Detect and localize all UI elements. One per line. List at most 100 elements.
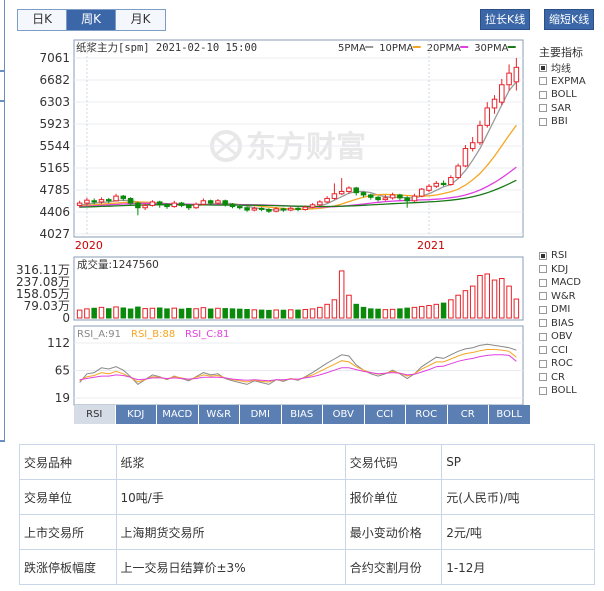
checkbox-icon[interactable]: [539, 292, 547, 301]
main-indicator-title: 主要指标: [539, 46, 583, 59]
volume-bar: [338, 270, 345, 319]
volume-bar: [113, 306, 119, 319]
volume-bars: [76, 270, 520, 319]
volume-bar: [200, 307, 207, 319]
checkbox-icon[interactable]: [539, 373, 547, 382]
candle-body: [353, 187, 359, 194]
sub-indicator-obv[interactable]: OBV: [539, 330, 581, 344]
volume-bar: [142, 308, 148, 319]
tab-daily-k[interactable]: 日K: [18, 10, 67, 30]
checkbox-icon[interactable]: [539, 305, 547, 314]
volume-axis: 316.11万237.08万158.05万79.03万0: [16, 263, 70, 325]
sub-indicator-roc[interactable]: ROC: [539, 357, 581, 371]
kline-chart[interactable]: 纸浆主力[spm] 2021-02-10 15:00 5PMA 10PMA 20PM…: [0, 36, 530, 406]
tab-obv[interactable]: OBV: [323, 405, 365, 424]
tab-monthly-k[interactable]: 月K: [116, 10, 165, 30]
checkbox-icon[interactable]: [539, 319, 547, 328]
candle-body: [178, 202, 185, 206]
table-value-cell: 上一交易日结算价±3%: [115, 549, 346, 585]
volume-bar: [506, 285, 512, 319]
tab-roc[interactable]: ROC: [406, 405, 448, 424]
volume-bar: [149, 307, 156, 319]
rsi-a-label: RSI_A:91: [77, 329, 121, 340]
indicator-label: MACD: [551, 277, 581, 289]
volume-bar: [448, 299, 454, 319]
volume-bar: [215, 307, 221, 319]
checkbox-icon[interactable]: [539, 265, 547, 274]
price-tick-label: 5165: [39, 161, 70, 175]
candle-body: [127, 197, 134, 204]
sub-indicator-bias[interactable]: BIAS: [539, 317, 581, 331]
table-key-cell: 上市交易所: [19, 514, 117, 550]
volume-bar: [266, 309, 272, 319]
main-indicator-sar[interactable]: SAR: [539, 102, 586, 116]
checkbox-icon[interactable]: [539, 117, 547, 126]
main-indicator-[interactable]: 均线: [539, 61, 586, 75]
sub-indicator-macd[interactable]: MACD: [539, 276, 581, 290]
tab-boll[interactable]: BOLL: [489, 405, 531, 424]
tab-cci[interactable]: CCI: [364, 405, 406, 424]
tab-weekly-k[interactable]: 周K: [67, 10, 116, 30]
shorten-k-button[interactable]: 缩短K线: [544, 9, 595, 30]
checkbox-icon[interactable]: [539, 278, 547, 287]
tab-bias[interactable]: BIAS: [281, 405, 323, 424]
volume-bar: [353, 303, 359, 319]
candle-body: [324, 197, 330, 203]
indicator-label: SAR: [551, 102, 572, 114]
table-row: 跌涨停板幅度 上一交易日结算价±3% 合约交割月份 1-12月: [19, 549, 595, 585]
candle-body: [331, 193, 338, 199]
checkbox-icon[interactable]: [539, 346, 547, 355]
checkbox-icon[interactable]: [539, 251, 547, 260]
checkbox-icon[interactable]: [539, 386, 547, 395]
checkbox-icon[interactable]: [539, 63, 547, 72]
candle-body: [113, 195, 119, 202]
checkbox-icon[interactable]: [539, 104, 547, 113]
sub-indicator-boll[interactable]: BOLL: [539, 384, 581, 398]
tab-macd[interactable]: MACD: [157, 405, 199, 424]
table-key-cell: 交易代码: [344, 444, 443, 480]
chart-title: 纸浆主力[spm] 2021-02-10 15:00: [76, 41, 257, 54]
sub-indicator-kdj[interactable]: KDJ: [539, 263, 581, 277]
indicator-tabs: RSI KDJ MACD W&R DMI BIAS OBV CCI ROC CR BOLL: [74, 405, 531, 424]
volume-bar: [477, 274, 483, 319]
checkbox-icon[interactable]: [539, 90, 547, 99]
ma-legend-label: 30PMA: [474, 43, 508, 54]
sub-indicator-cr[interactable]: CR: [539, 371, 581, 385]
sub-indicator-cci[interactable]: CCI: [539, 344, 581, 358]
lengthen-k-button[interactable]: 拉长K线: [480, 9, 531, 30]
rsi-tick-label: 65: [55, 364, 70, 378]
candle-body: [142, 204, 148, 209]
candle-body: [433, 182, 440, 187]
rsi-legend: RSI_A:91 RSI_B:88 RSI_C:81: [77, 329, 229, 340]
checkbox-icon[interactable]: [539, 332, 547, 341]
candle-body: [164, 203, 170, 208]
candle-body: [397, 194, 403, 199]
main-indicator-expma[interactable]: EXPMA: [539, 75, 586, 89]
candle-body: [222, 200, 228, 205]
volume-bar: [84, 308, 90, 319]
tab-cr[interactable]: CR: [447, 405, 489, 424]
candle-body: [440, 182, 447, 186]
table-row: 交易单位 10吨/手 报价单位 元(人民币)/吨: [19, 479, 595, 515]
main-indicator-boll[interactable]: BOLL: [539, 88, 586, 102]
volume-bar: [368, 308, 374, 319]
candle-body: [309, 204, 316, 208]
main-indicator-bbi[interactable]: BBI: [539, 115, 586, 129]
sub-indicator-rsi[interactable]: RSI: [539, 249, 581, 263]
candle-body: [200, 200, 207, 205]
tab-rsi[interactable]: RSI: [74, 405, 116, 424]
candle-body: [295, 207, 301, 210]
volume-bar: [499, 278, 505, 319]
tab-kdj[interactable]: KDJ: [115, 405, 157, 424]
volume-bar: [513, 298, 520, 319]
volume-bar: [491, 279, 498, 319]
indicator-label: BOLL: [551, 385, 577, 397]
sub-indicator-dmi[interactable]: DMI: [539, 303, 581, 317]
checkbox-icon[interactable]: [539, 77, 547, 86]
sub-indicator-wr[interactable]: W&R: [539, 290, 581, 304]
candle-body: [244, 207, 250, 211]
tab-wr[interactable]: W&R: [198, 405, 240, 424]
rsi-tick-label: 19: [55, 391, 70, 405]
checkbox-icon[interactable]: [539, 359, 547, 368]
tab-dmi[interactable]: DMI: [240, 405, 282, 424]
